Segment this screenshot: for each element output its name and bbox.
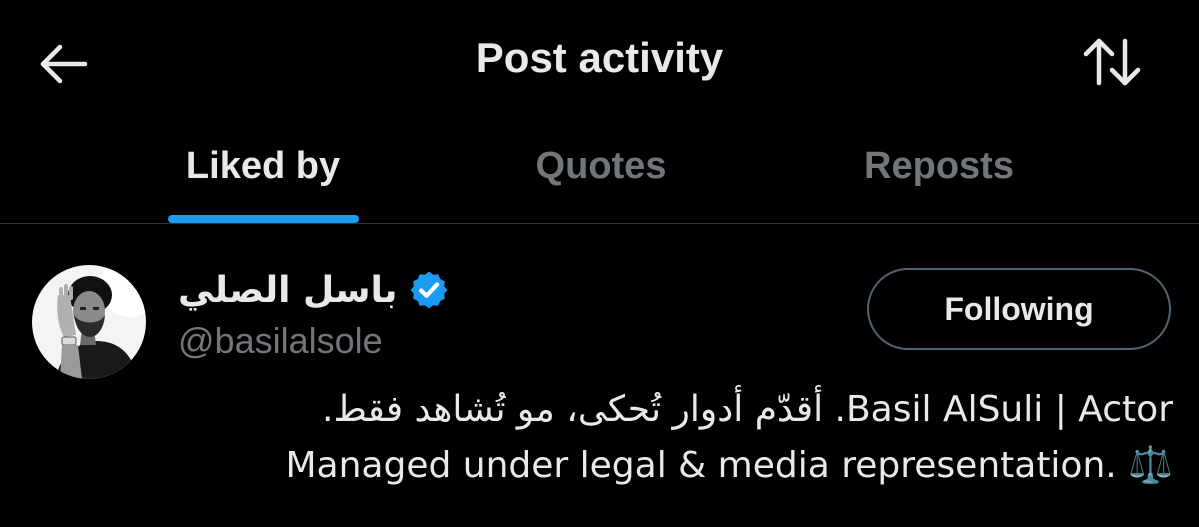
active-tab-indicator: [168, 215, 359, 223]
bio-line-1: Basil AlSuli | Actor. أقدّم أدوار تُحكى،…: [322, 389, 1173, 430]
tab-bar: Liked by Quotes Reposts: [0, 126, 1199, 224]
following-button[interactable]: Following: [867, 268, 1171, 350]
tab-reposts[interactable]: Reposts: [804, 126, 1074, 223]
tab-quotes-label: Quotes: [535, 145, 667, 187]
user-handle[interactable]: @basilalsole: [178, 320, 383, 362]
arrow-left-icon: [40, 44, 88, 84]
page-title: Post activity: [475, 34, 724, 81]
verified-badge-icon: [410, 271, 447, 309]
user-bio: Basil AlSuli | Actor. أقدّم أدوار تُحكى،…: [173, 382, 1173, 494]
sort-button[interactable]: [1080, 34, 1144, 90]
name-line: باسل الصلي: [178, 264, 450, 316]
avatar[interactable]: [32, 265, 146, 379]
bio-line-2: ⚖️ .Managed under legal & media represen…: [285, 445, 1173, 486]
tab-liked-by[interactable]: Liked by: [128, 126, 398, 223]
user-list-item[interactable]: باسل الصلي @basilalsole Following Basil …: [0, 224, 1199, 527]
tab-liked-by-label: Liked by: [185, 145, 341, 187]
tab-quotes[interactable]: Quotes: [466, 126, 736, 223]
tab-reposts-label: Reposts: [864, 145, 1014, 187]
back-button[interactable]: [36, 38, 92, 90]
sort-arrows-icon: [1083, 38, 1141, 86]
display-name[interactable]: باسل الصلي: [178, 270, 398, 311]
header-bar: Post activity: [0, 0, 1199, 120]
